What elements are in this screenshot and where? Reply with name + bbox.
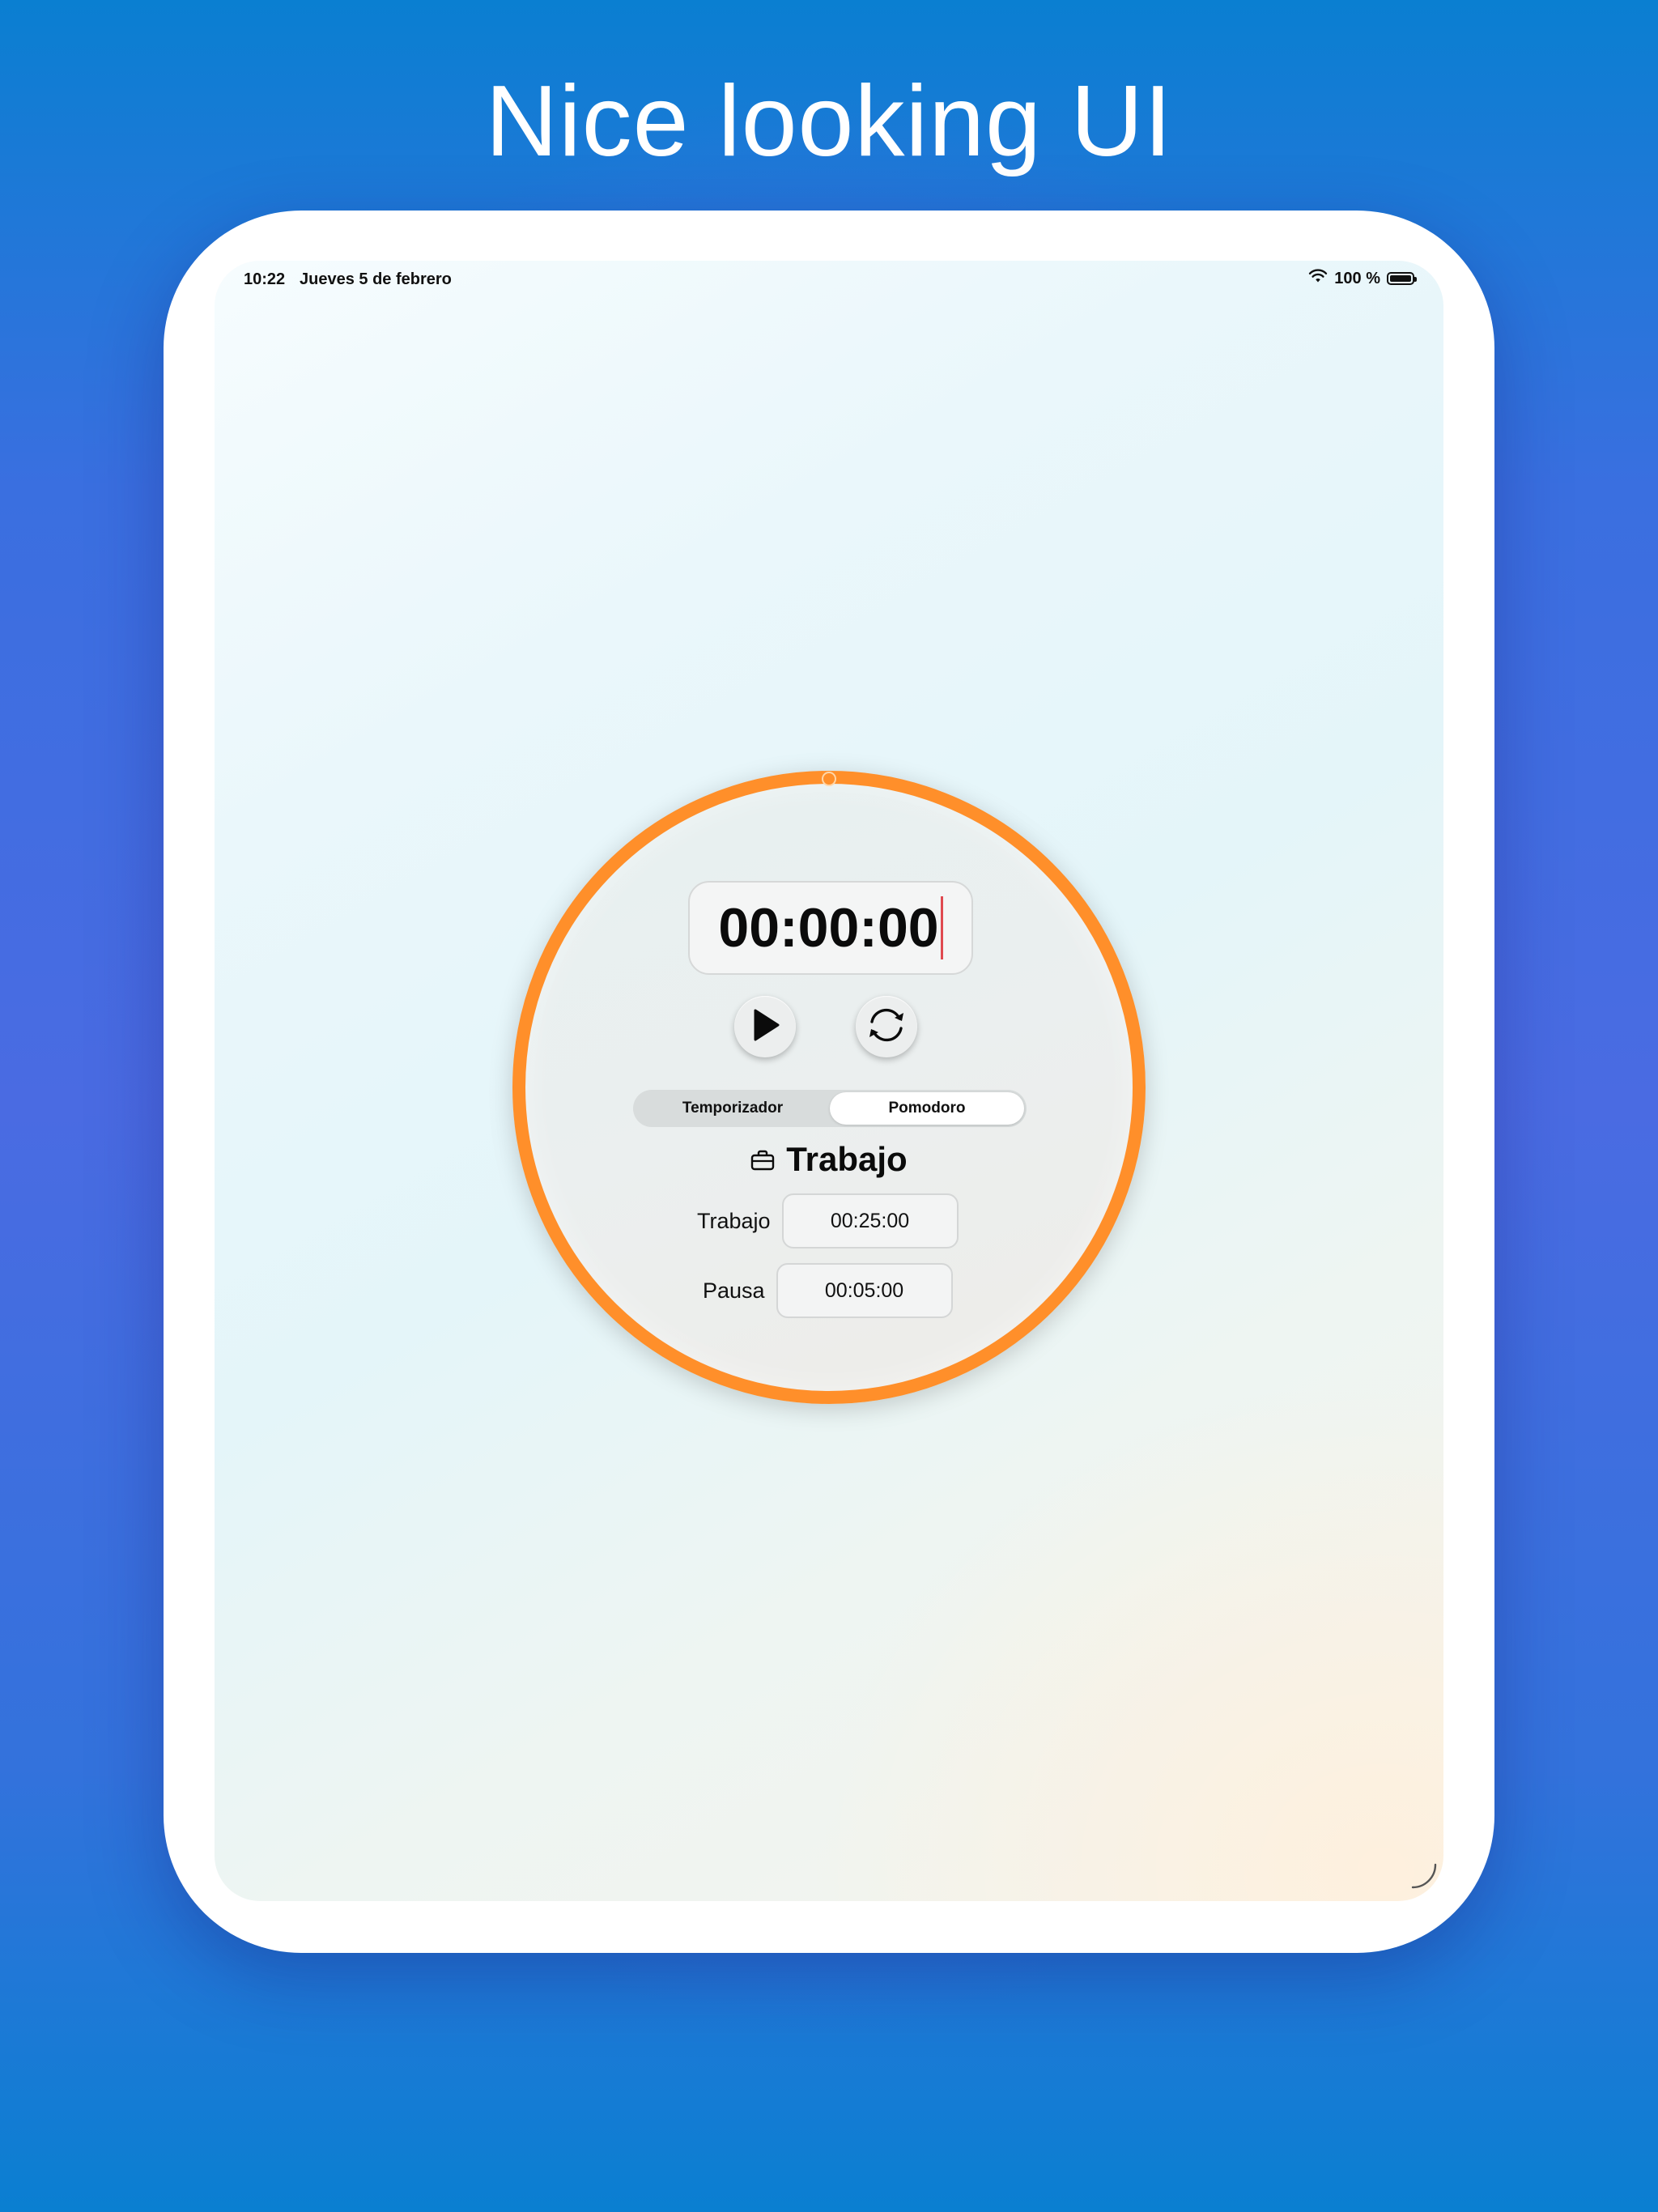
work-duration-row: Trabajo 00:25:00 (697, 1193, 959, 1249)
headline: Nice looking UI (485, 66, 1173, 177)
segment-pomodoro[interactable]: Pomodoro (830, 1092, 1024, 1125)
app-screen: 10:22 Jueves 5 de febrero 100 % 00:00:00 (215, 261, 1443, 1901)
status-time: 10:22 (244, 270, 286, 288)
battery-icon (1387, 272, 1417, 285)
briefcase-icon (750, 1140, 775, 1179)
text-caret (940, 896, 943, 959)
status-date: Jueves 5 de febrero (300, 270, 452, 288)
wifi-icon (1308, 269, 1328, 288)
segment-temporizador[interactable]: Temporizador (636, 1092, 830, 1125)
time-display-text: 00:00:00 (718, 897, 939, 959)
reset-button[interactable] (856, 996, 917, 1057)
mode-segmented-control: Temporizador Pomodoro (633, 1090, 1027, 1127)
pause-duration-field[interactable]: 00:05:00 (776, 1263, 953, 1318)
play-button[interactable] (734, 996, 796, 1057)
mode-title: Trabajo (786, 1140, 908, 1178)
pause-duration-row: Pausa 00:05:00 (703, 1263, 953, 1318)
resize-corner-icon[interactable] (1409, 1861, 1439, 1895)
reset-icon (863, 1002, 910, 1053)
work-label: Trabajo (697, 1208, 771, 1233)
device-frame: 10:22 Jueves 5 de febrero 100 % 00:00:00 (164, 211, 1494, 1953)
battery-percent: 100 % (1334, 269, 1380, 287)
status-indicators: 100 % (1308, 269, 1417, 288)
mode-heading: Trabajo (525, 1140, 1133, 1179)
status-bar: 10:22 Jueves 5 de febrero 100 % (215, 261, 1443, 303)
work-duration-field[interactable]: 00:25:00 (781, 1193, 959, 1249)
time-display-field[interactable]: 00:00:00 (688, 881, 973, 975)
play-icon (749, 1007, 781, 1047)
timer-ring: 00:00:00 Temporizador Pomodoro Trabajo T… (512, 771, 1146, 1404)
pause-label: Pausa (703, 1278, 765, 1303)
progress-knob[interactable] (822, 772, 836, 786)
